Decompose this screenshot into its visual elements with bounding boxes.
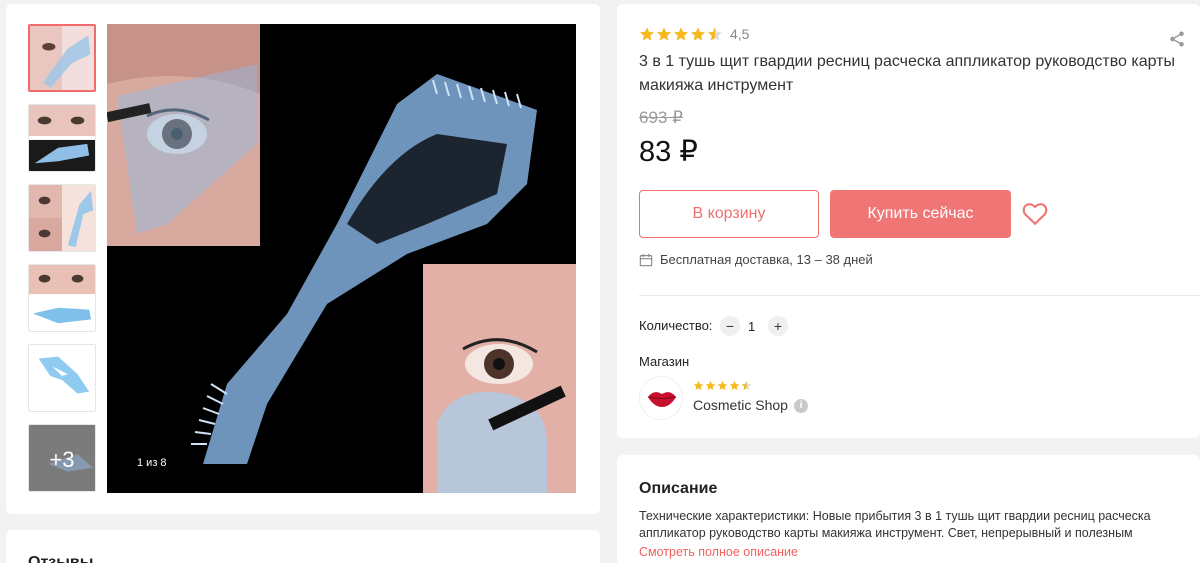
mascara-shield-photo (107, 24, 576, 493)
delivery-text: Бесплатная доставка, 13 – 38 дней (660, 252, 873, 267)
quantity-label: Количество: (639, 318, 713, 333)
thumbnail-1[interactable] (28, 24, 96, 92)
share-icon[interactable] (1168, 30, 1186, 48)
reviews-title: Отзывы (28, 554, 94, 563)
thumbnail-4[interactable] (28, 264, 96, 332)
old-price: 693 ₽ (639, 108, 683, 127)
product-title: 3 в 1 тушь щит гвардии ресниц расческа а… (639, 53, 1176, 94)
shop-rating (693, 380, 753, 391)
star-icon (640, 27, 654, 41)
star-icon (657, 27, 671, 41)
product-thumbnail-image (29, 105, 95, 171)
main-product-image[interactable]: 1 из 8 (107, 24, 576, 493)
description-title: Описание (639, 480, 718, 497)
product-thumbnail-image (30, 26, 94, 90)
product-rating: 4,5 (639, 26, 749, 42)
half-star-icon (708, 27, 722, 41)
description-card: Описание Технические характеристики: Нов… (617, 455, 1200, 563)
half-star-icon (741, 380, 752, 391)
buy-now-button[interactable]: Купить сейчас (830, 190, 1011, 238)
reviews-card: Отзывы (6, 530, 600, 563)
thumbnail-2[interactable] (28, 104, 96, 172)
star-icon (729, 380, 740, 391)
more-images-label: +3 (49, 447, 75, 472)
description-text: Технические характеристики: Новые прибыт… (639, 509, 1151, 540)
delivery-info: Бесплатная доставка, 13 – 38 дней (639, 252, 873, 267)
thumbnail-more[interactable]: +3 (28, 424, 96, 492)
current-price: 83 ₽ (639, 136, 698, 168)
star-icon (674, 27, 688, 41)
rating-value: 4,5 (730, 26, 750, 42)
star-icon (693, 380, 704, 391)
shop-label: Магазин (639, 354, 690, 369)
add-to-cart-button[interactable]: В корзину (639, 190, 819, 238)
shop-logo[interactable] (639, 376, 683, 420)
info-icon[interactable]: i (794, 399, 808, 413)
star-icon (705, 380, 716, 391)
star-icon (717, 380, 728, 391)
product-info-card: 4,5 3 в 1 тушь щит гвардии ресниц расчес… (617, 4, 1200, 438)
heart-icon[interactable] (1022, 202, 1048, 226)
gallery-card: +3 1 из 8 (6, 4, 600, 514)
quantity-increase-button[interactable]: + (768, 316, 788, 336)
calendar-icon (639, 253, 653, 266)
show-full-description-link[interactable]: Смотреть полное описание (639, 545, 798, 559)
lips-logo-icon (640, 377, 682, 419)
product-thumbnail-image (29, 345, 95, 411)
star-icon (691, 27, 705, 41)
quantity-decrease-button[interactable]: − (720, 316, 740, 336)
shop-name-link[interactable]: Cosmetic Shop (693, 397, 788, 413)
product-thumbnail-image (29, 265, 95, 331)
product-thumbnail-image (29, 185, 95, 251)
divider (639, 295, 1200, 296)
quantity-value[interactable]: 1 (748, 319, 755, 334)
image-counter: 1 из 8 (137, 457, 167, 469)
thumbnail-5[interactable] (28, 344, 96, 412)
thumbnail-3[interactable] (28, 184, 96, 252)
